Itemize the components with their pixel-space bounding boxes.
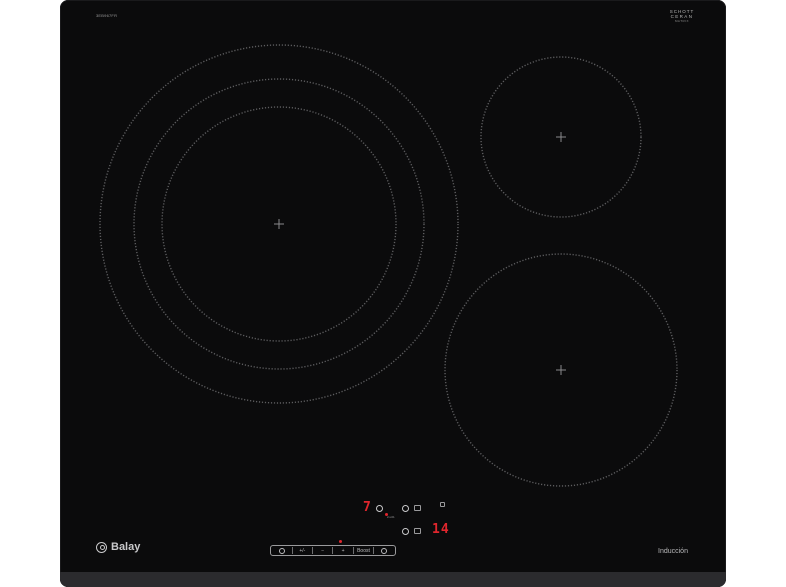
power-icon [279,547,285,554]
divider [332,547,334,554]
small-zone-cross-icon [556,132,566,142]
cooking-zones [99,44,678,487]
power-indicator-led [339,540,342,543]
brand-logo: Balay [96,541,140,553]
zone-select-icon-bottom[interactable] [402,528,409,535]
type-label: Inducción [658,548,688,555]
timer-icon [380,547,387,554]
zone-shape-icon-top [414,505,421,511]
zone-shape-icon-bottom [414,528,421,534]
touch-control-bar: +/- − + Boost [270,545,396,556]
brand-name: Balay [111,541,141,553]
zone-select-icon-top[interactable] [402,505,409,512]
medium-zone-cross-icon [556,365,566,375]
large-zone-cross-icon [274,219,284,229]
large-zone[interactable] [99,44,459,404]
lock-icon[interactable] [440,502,445,507]
boost-button[interactable]: Boost [356,548,372,554]
medium-zone[interactable] [444,253,678,487]
timer-button[interactable] [376,547,392,554]
minus-button[interactable]: − [315,548,331,554]
small-zone[interactable] [480,56,642,218]
power-button[interactable] [274,547,290,554]
zone-select-icon-left[interactable] [376,505,383,512]
divider [373,547,375,554]
plus-minus-button[interactable]: +/- [294,548,310,554]
front-edge-strip [60,572,726,587]
plus-button[interactable]: + [335,548,351,554]
left-zone-level-display: 7 [363,500,372,515]
divider [291,547,293,554]
divider [352,547,354,554]
aux-label: 2-L01 [387,515,395,519]
right-zone-level-display: 14 [432,522,450,537]
balay-logo-icon [96,541,107,553]
divider [312,547,314,554]
